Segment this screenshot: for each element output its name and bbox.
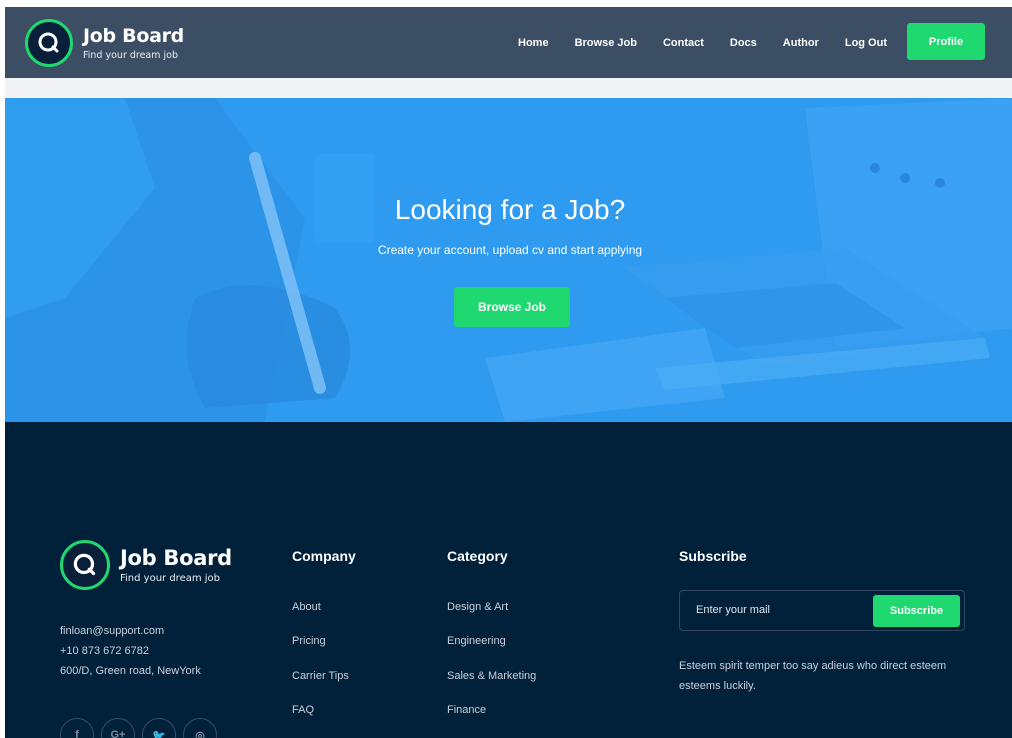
email-input[interactable]: Enter your mail	[696, 604, 770, 616]
main-nav: Home Browse Job Contact Docs Author Log …	[492, 7, 887, 78]
header-divider	[5, 78, 1012, 98]
twitter-icon[interactable]: 🐦	[142, 718, 176, 738]
contact-address: 600/D, Green road, NewYork	[60, 665, 201, 677]
brand-tagline: Find your dream job	[83, 49, 179, 61]
footer-brand-logo[interactable]: Job Board Find your dream job	[60, 540, 232, 590]
subscribe-description: Esteem spirit temper too say adieus who …	[679, 660, 947, 692]
footer-link-about[interactable]: About	[292, 600, 349, 634]
nav-author[interactable]: Author	[783, 37, 819, 49]
brand-title: Job Board	[83, 24, 184, 47]
nav-browse-job[interactable]: Browse Job	[575, 37, 637, 49]
profile-button[interactable]: Profile	[907, 23, 985, 60]
subscribe-heading: Subscribe	[679, 548, 747, 564]
subscribe-form: Enter your mail Subscribe	[679, 590, 965, 631]
hero-section: Looking for a Job? Create your account, …	[5, 98, 1012, 422]
instagram-icon[interactable]: ◎	[183, 718, 217, 738]
footer-link-pricing[interactable]: Pricing	[292, 634, 349, 668]
hero-title: Looking for a Job?	[394, 194, 626, 225]
category-links: Design & Art Engineering Sales & Marketi…	[447, 600, 536, 737]
facebook-icon[interactable]: f	[60, 718, 94, 738]
footer-link-carrier-tips[interactable]: Carrier Tips	[292, 669, 349, 703]
social-links: f G+ 🐦 ◎	[60, 718, 217, 738]
hero-subtitle: Create your account, upload cv and start…	[377, 243, 643, 257]
nav-home[interactable]: Home	[518, 37, 549, 49]
footer-link-faq[interactable]: FAQ	[292, 703, 349, 737]
browse-job-button[interactable]: Browse Job	[454, 287, 570, 327]
company-heading: Company	[292, 548, 356, 564]
footer-link-sales-marketing[interactable]: Sales & Marketing	[447, 669, 536, 703]
footer-brand-tagline: Find your dream job	[120, 572, 221, 584]
brand-logo[interactable]: Job Board Find your dream job	[25, 19, 184, 67]
footer-link-design-art[interactable]: Design & Art	[447, 600, 536, 634]
footer-brand-title: Job Board	[120, 545, 232, 570]
site-footer: Job Board Find your dream job finloan@su…	[5, 422, 1012, 738]
contact-email[interactable]: finloan@support.com	[60, 621, 201, 641]
site-header: Job Board Find your dream job Home Brows…	[5, 7, 1012, 78]
magnifier-icon	[25, 19, 73, 67]
subscribe-button[interactable]: Subscribe	[873, 595, 960, 627]
nav-log-out[interactable]: Log Out	[845, 37, 887, 49]
footer-link-finance[interactable]: Finance	[447, 703, 536, 737]
magnifier-icon	[60, 540, 110, 590]
footer-link-engineering[interactable]: Engineering	[447, 634, 536, 668]
category-heading: Category	[447, 548, 508, 564]
google-plus-icon[interactable]: G+	[101, 718, 135, 738]
nav-docs[interactable]: Docs	[730, 37, 757, 49]
footer-contact: finloan@support.com +10 873 672 6782 600…	[60, 621, 201, 681]
nav-contact[interactable]: Contact	[663, 37, 704, 49]
contact-phone: +10 873 672 6782	[60, 645, 150, 657]
company-links: About Pricing Carrier Tips FAQ	[292, 600, 349, 737]
